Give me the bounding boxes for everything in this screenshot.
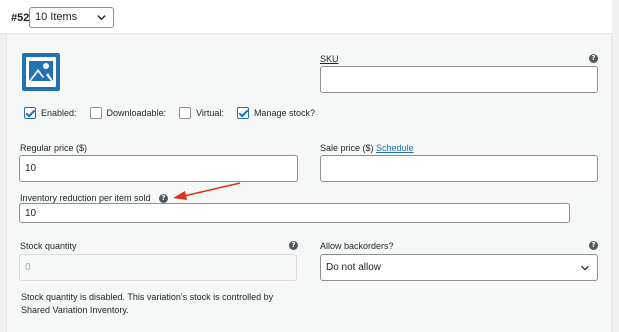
help-icon[interactable]: ? bbox=[289, 241, 298, 250]
stock-disabled-note: Stock quantity is disabled. This variati… bbox=[21, 292, 274, 315]
annotation-arrow bbox=[173, 182, 241, 200]
backorders-select[interactable]: Do not allow bbox=[320, 254, 598, 281]
chevron-down-icon bbox=[581, 265, 589, 271]
help-icon[interactable]: ? bbox=[589, 241, 598, 250]
backorders-label: Allow backorders? bbox=[320, 241, 394, 251]
stock-quantity-label: Stock quantity bbox=[20, 241, 77, 251]
stock-quantity-input: 0 bbox=[19, 254, 297, 281]
backorders-value: Do not allow bbox=[326, 262, 382, 273]
